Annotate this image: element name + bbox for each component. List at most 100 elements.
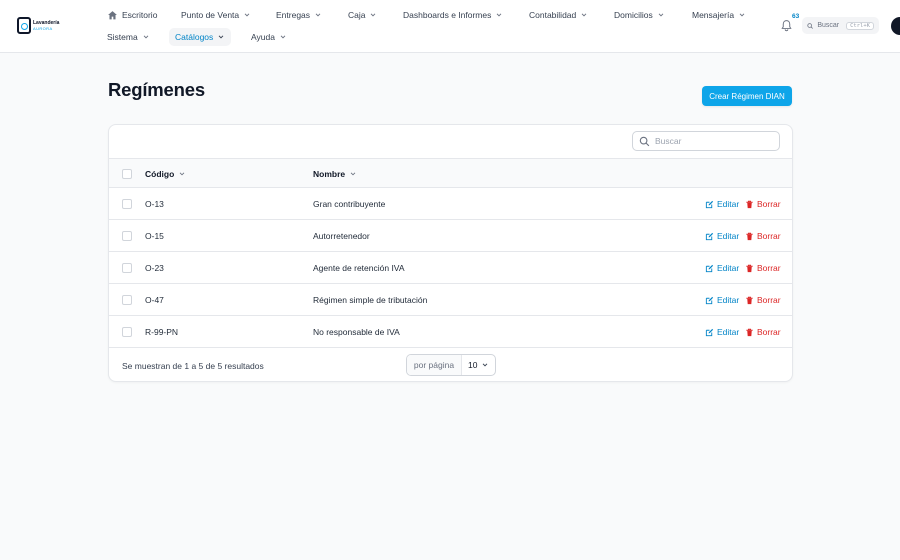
cell-nombre: Gran contribuyente — [313, 199, 386, 209]
table-search-input[interactable] — [655, 136, 765, 146]
pagination-summary: Se muestran de 1 a 5 de 5 resultados — [122, 361, 264, 371]
pencil-square-icon — [705, 264, 714, 272]
nav-item-label: Ayuda — [251, 32, 275, 42]
pencil-square-icon — [705, 200, 714, 208]
top-navigation-bar: Lavandería AURORA Escritorio Punto de Ve… — [0, 0, 900, 53]
nav-item-label: Entregas — [276, 10, 311, 20]
column-header-nombre[interactable]: Nombre — [313, 159, 357, 189]
nav-item-label: Contabilidad — [529, 10, 577, 20]
per-page-select[interactable]: por página 10 — [406, 354, 496, 376]
delete-button[interactable]: Borrar — [745, 316, 781, 348]
washing-machine-icon — [17, 17, 31, 34]
chevron-down-icon — [497, 13, 502, 17]
per-page-value[interactable]: 10 — [462, 355, 495, 375]
per-page-label: por página — [407, 355, 462, 375]
nav-item-label: Sistema — [107, 32, 138, 42]
nav-item-contabilidad[interactable]: Contabilidad — [523, 6, 594, 24]
chevron-down-icon — [350, 172, 356, 176]
chevron-down-icon — [280, 35, 286, 39]
table-row: O-15 Autorretenedor Editar Borrar — [109, 220, 792, 252]
nav-item-ayuda[interactable]: Ayuda — [245, 28, 293, 46]
nav-item-domicilios[interactable]: Domicilios — [608, 6, 671, 24]
nav-item-punto-de-venta[interactable]: Punto de Venta — [175, 6, 257, 24]
table-row: O-13 Gran contribuyente Editar Borrar — [109, 188, 792, 220]
chevron-down-icon — [658, 13, 664, 17]
delete-button[interactable]: Borrar — [745, 188, 781, 220]
trash-icon — [746, 232, 753, 240]
nav-item-label: Caja — [348, 10, 366, 20]
chevron-down-icon — [482, 363, 488, 367]
pencil-square-icon — [705, 232, 714, 240]
chevron-down-icon — [739, 13, 745, 17]
chevron-down-icon — [581, 13, 587, 17]
nav-item-label: Dashboards e Informes — [403, 10, 492, 20]
edit-button[interactable]: Editar — [705, 252, 739, 284]
nav-item-label: Mensajería — [692, 10, 735, 20]
trash-icon — [746, 328, 753, 336]
delete-button[interactable]: Borrar — [745, 284, 781, 316]
cell-codigo: R-99-PN — [145, 327, 179, 337]
bell-icon[interactable] — [780, 19, 793, 32]
column-header-codigo[interactable]: Código — [145, 159, 186, 189]
pencil-square-icon — [705, 328, 714, 336]
global-search-button[interactable]: Buscar Ctrl+K — [802, 17, 879, 34]
nav-item-escritorio[interactable]: Escritorio — [101, 6, 163, 24]
brand-logo[interactable]: Lavandería AURORA — [17, 17, 63, 34]
edit-button[interactable]: Editar — [705, 220, 739, 252]
nav-item-dashboards-informes[interactable]: Dashboards e Informes — [397, 6, 509, 24]
trash-icon — [746, 264, 753, 272]
table-row: R-99-PN No responsable de IVA Editar Bor… — [109, 316, 792, 348]
table-row: O-23 Agente de retención IVA Editar Borr… — [109, 252, 792, 284]
nav-item-entregas[interactable]: Entregas — [270, 6, 328, 24]
cell-nombre: Autorretenedor — [313, 231, 370, 241]
nav-item-label: Domicilios — [614, 10, 653, 20]
row-checkbox[interactable] — [122, 199, 132, 209]
delete-button[interactable]: Borrar — [745, 252, 781, 284]
brand-name: Lavandería — [33, 19, 60, 26]
chevron-down-icon — [371, 13, 376, 17]
nav-item-caja[interactable]: Caja — [342, 6, 383, 24]
notification-count-badge: 63 — [792, 13, 800, 20]
nav-item-label: Escritorio — [122, 10, 158, 20]
nav-item-catalogos[interactable]: Catálogos — [169, 28, 232, 46]
nav-item-sistema[interactable]: Sistema — [101, 28, 156, 46]
home-icon — [108, 10, 117, 19]
chevron-down-icon — [143, 35, 149, 39]
edit-button[interactable]: Editar — [705, 284, 739, 316]
table-search-field[interactable] — [632, 131, 780, 151]
row-checkbox[interactable] — [122, 327, 132, 337]
table-row: O-47 Régimen simple de tributación Edita… — [109, 284, 792, 316]
cell-codigo: O-15 — [145, 231, 164, 241]
search-icon — [807, 22, 813, 29]
search-icon — [639, 136, 650, 146]
chevron-down-icon — [218, 35, 224, 39]
nav-item-label: Punto de Venta — [181, 10, 240, 20]
row-checkbox[interactable] — [122, 263, 132, 273]
regimenes-table-card: Código Nombre O-13 Gran contribuyente Ed… — [108, 124, 793, 382]
chevron-down-icon — [315, 13, 321, 17]
cell-nombre: No responsable de IVA — [313, 327, 400, 337]
chevron-down-icon — [244, 13, 250, 17]
select-all-checkbox[interactable] — [122, 169, 132, 179]
chevron-down-icon — [179, 172, 185, 176]
create-regimen-button[interactable]: Crear Régimen DIAN — [702, 86, 792, 106]
pencil-square-icon — [705, 296, 714, 304]
edit-button[interactable]: Editar — [705, 188, 739, 220]
nav-item-label: Catálogos — [175, 32, 214, 42]
row-checkbox[interactable] — [122, 295, 132, 305]
row-checkbox[interactable] — [122, 231, 132, 241]
global-search-label: Buscar — [817, 22, 840, 29]
user-avatar[interactable] — [891, 17, 900, 35]
cell-codigo: O-23 — [145, 263, 164, 273]
page-title: Regímenes — [108, 79, 205, 100]
edit-button[interactable]: Editar — [705, 316, 739, 348]
delete-button[interactable]: Borrar — [745, 220, 781, 252]
shortcut-hint: Ctrl+K — [846, 21, 874, 30]
cell-nombre: Agente de retención IVA — [313, 263, 405, 273]
cell-codigo: O-47 — [145, 295, 164, 305]
trash-icon — [746, 200, 753, 208]
brand-subname: AURORA — [33, 25, 53, 31]
cell-nombre: Régimen simple de tributación — [313, 295, 428, 305]
nav-item-mensajeria[interactable]: Mensajería — [686, 6, 752, 24]
table-header: Código Nombre — [109, 158, 792, 189]
